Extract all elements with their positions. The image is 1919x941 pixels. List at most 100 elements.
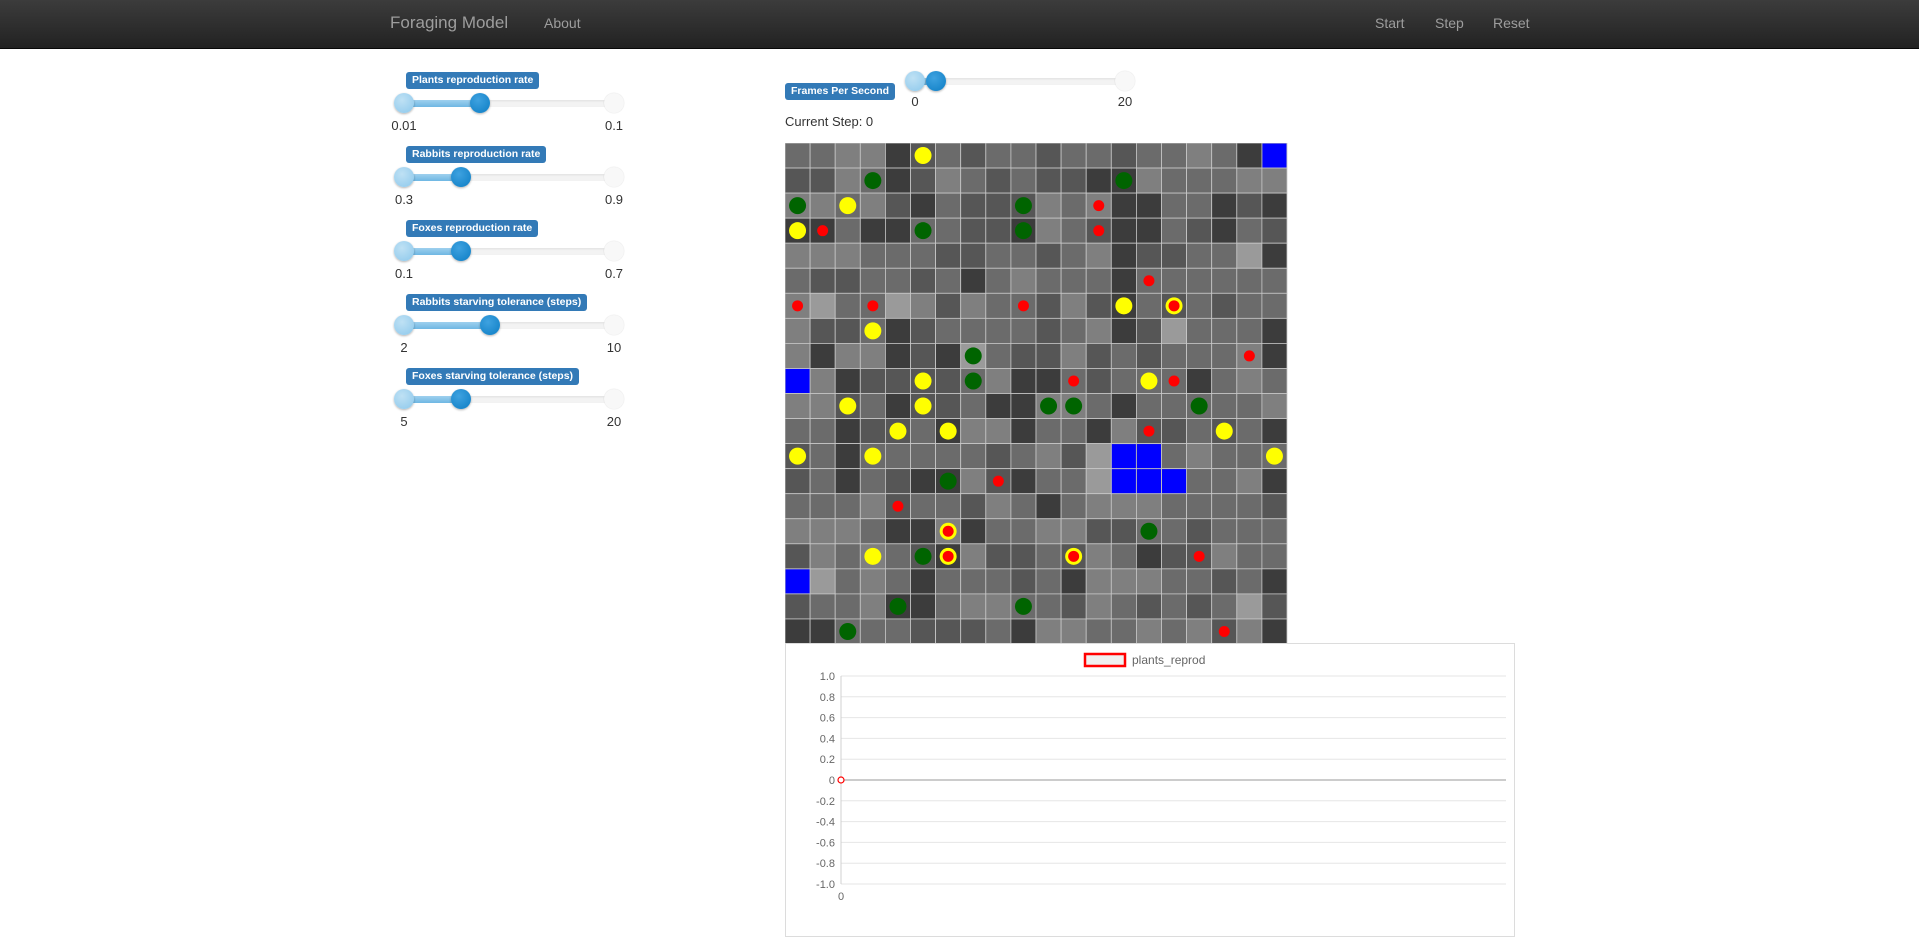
plant-agent [1014,597,1032,615]
rabbit-agent [914,397,932,415]
grid-cell [910,418,937,444]
grid-cell [1060,217,1087,244]
grid-cell [1085,317,1112,344]
slider-handle[interactable] [450,167,471,187]
grid-cell [809,418,836,444]
grid-cell [1236,418,1263,444]
grid-cell [1186,342,1213,369]
grid-cell [885,518,911,545]
slider-handle[interactable] [450,389,471,409]
grid-cell [1211,568,1238,595]
chart-y-tick: 0.6 [820,713,835,725]
fps-min-handle[interactable] [905,71,925,91]
simulation-grid[interactable] [785,143,1288,645]
grid-cell [960,618,987,645]
grid-cell [1135,342,1162,369]
slider-handle[interactable] [450,241,471,261]
rabbit-agent [1140,372,1158,390]
grid-cell [885,368,911,394]
grid-cell [1035,593,1062,620]
start-button[interactable]: Start [1375,15,1405,31]
slider-handle[interactable] [480,315,501,335]
fps-max-end [1115,71,1135,91]
water-cell [785,569,810,594]
slider-min-handle[interactable] [394,241,414,261]
grid-cell [1010,568,1037,595]
grid-cell [785,418,811,444]
grid-cell [1236,242,1263,269]
slider-max-end [604,93,624,113]
grid-cell [834,543,861,570]
grid-cell [1211,217,1238,244]
grid-cell [885,143,911,169]
grid-cell [1211,393,1238,419]
grid-cell [1110,593,1137,620]
grid-cell [1261,242,1288,269]
slider-min-handle[interactable] [394,315,414,335]
chart-y-tick: -0.4 [816,817,835,829]
slider-track[interactable] [394,315,624,335]
grid-cell [935,342,962,369]
grid-cell [859,418,886,444]
grid-cell [960,143,987,169]
slider-max-end [604,389,624,409]
slider-min-handle[interactable] [394,167,414,187]
slider-track[interactable] [394,241,624,261]
grid-cell [1236,543,1263,570]
chart-y-tick: 0 [829,775,835,787]
fox-agent [817,225,829,237]
grid-cell [1161,217,1188,244]
fps-track[interactable] [905,71,1135,91]
grid-cell [910,568,937,595]
step-button[interactable]: Step [1435,15,1464,31]
chart-y-tick: 0.2 [820,754,835,766]
grid-cell [935,568,962,595]
slider-track[interactable] [394,389,624,409]
slider-min-handle[interactable] [394,389,414,409]
slider-handle[interactable] [469,93,490,113]
grid-cell [1135,192,1162,219]
slider-track[interactable] [394,93,624,113]
about-link[interactable]: About [544,15,581,31]
slider-track[interactable] [394,167,624,187]
grid-cell [1211,292,1238,319]
grid-cell [985,342,1012,369]
reset-button[interactable]: Reset [1493,15,1530,31]
grid-cell [1211,368,1238,394]
grid-cell [1085,493,1112,520]
grid-cell [785,468,811,495]
grid-cell [960,543,987,570]
grid-cell [1010,342,1037,369]
grid-cell [859,618,886,645]
fps-handle[interactable] [926,71,946,91]
grid-cell [885,443,911,470]
grid-cell [1060,292,1087,319]
rabbit-agent [1115,297,1133,315]
grid-cell [1085,342,1112,369]
rabbit-agent [914,147,932,165]
grid-cell [910,468,937,495]
grid-cell [910,167,937,194]
grid-cell [1135,393,1162,419]
grid-cell [960,192,987,219]
grid-cell [809,292,836,319]
slider-max-label: 20 [606,414,622,429]
grid-cell [1035,292,1062,319]
plant-agent [1190,397,1208,415]
grid-cell [1010,143,1037,169]
slider-min-label: 0.3 [394,192,414,207]
brand-title[interactable]: Foraging Model [390,13,508,33]
grid-cell [960,317,987,344]
chart-y-tick: -0.6 [816,837,835,849]
grid-cell [1110,493,1137,520]
grid-cell [1236,217,1263,244]
slider-max-end [604,315,624,335]
chart-y-tick: -1.0 [816,879,835,891]
grid-cell [1010,618,1037,645]
grid-cell [859,568,886,595]
grid-cell [834,342,861,369]
grid-cell [885,543,911,570]
slider-min-handle[interactable] [394,93,414,113]
grid-cell [785,493,811,520]
grid-canvas[interactable] [785,143,1288,645]
